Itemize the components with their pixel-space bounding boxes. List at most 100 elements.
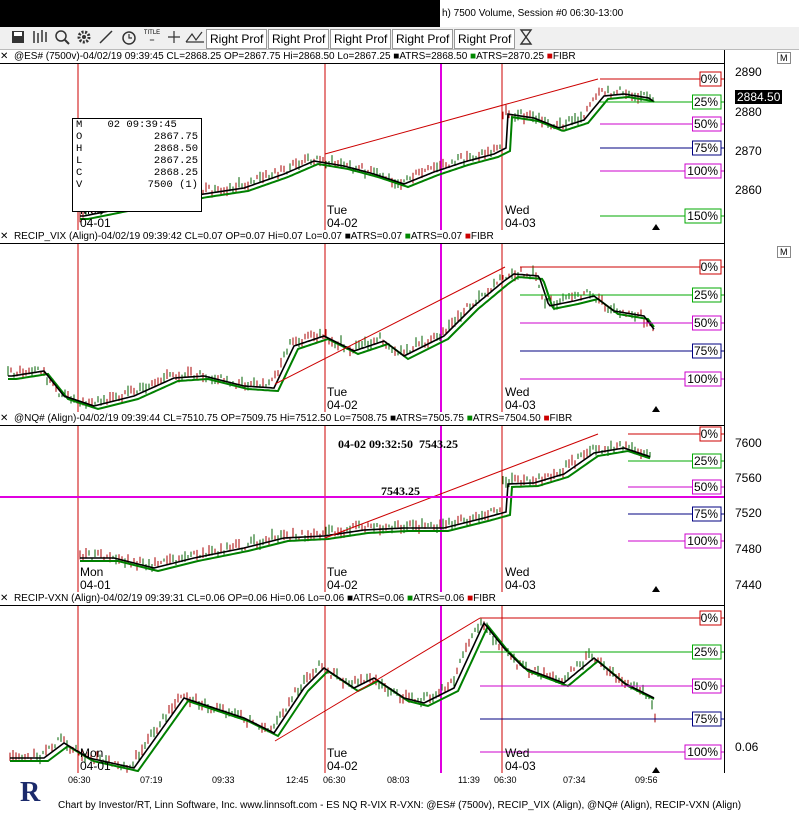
- bars-icon[interactable]: [31, 29, 49, 47]
- time-axis-label: 09:56: [635, 775, 658, 785]
- window-title: h) 7500 Volume, Session #0 06:30-13:00: [440, 0, 799, 27]
- zoom-icon[interactable]: [54, 29, 70, 47]
- data-window-row: V 7500 (1): [73, 179, 201, 191]
- alarm-clock-icon[interactable]: [120, 29, 138, 47]
- time-axis-label: 11:39: [458, 775, 480, 785]
- fib-trendline: [274, 266, 506, 385]
- time-axis-label: 06:30: [323, 775, 346, 785]
- es-price-scale[interactable]: 2890 2880 2870 2860 2884.50 M: [724, 50, 799, 230]
- fib-level-label: 50%: [694, 117, 718, 131]
- fib-trendline: [324, 78, 599, 155]
- day-label: Mon: [80, 565, 103, 579]
- vxn-atrs1: ATRS=0.06: [353, 593, 405, 604]
- fib-level-label: 25%: [694, 454, 718, 468]
- title-icon[interactable]: TITLE ═: [142, 29, 162, 47]
- fib-level-label: 75%: [694, 344, 718, 358]
- fib-level-label: 75%: [694, 141, 718, 155]
- draw-line-icon[interactable]: [98, 29, 114, 47]
- nq-fibr: FIBR: [549, 413, 573, 424]
- data-window: M 02 09:39:45 O 2867.75 H 2868.50 L 2867.25 C 2…: [72, 118, 202, 212]
- pane-vix: ✕ RECIP_VIX (Align)-04/02/19 09:39:42 CL…: [0, 230, 799, 412]
- pane-es: ✕ @ES# (7500v)-04/02/19 09:39:45 CL=2868…: [0, 50, 799, 230]
- time-axis-label: 06:30: [68, 775, 91, 785]
- fib-level-label: 100%: [687, 372, 718, 386]
- time-axis[interactable]: 06:30 07:19 09:33 12:45 06:30 08:03 11:39 06:30…: [0, 773, 730, 787]
- es-ytick-2: 2880: [735, 105, 762, 119]
- es-last-price-badge: 2884.50: [735, 90, 783, 104]
- vix-price-scale[interactable]: M: [724, 230, 799, 412]
- es-atrs1: ATRS=2868.50: [399, 51, 468, 62]
- vxn-atrs2: ATRS=0.06: [413, 593, 465, 604]
- crosshair-icon[interactable]: [166, 29, 182, 47]
- pane-button-m[interactable]: M: [777, 52, 791, 64]
- vxn-price-scale[interactable]: 0.06: [724, 592, 799, 773]
- right-prof-button-4[interactable]: Right Prof: [392, 29, 454, 49]
- data-window-value: 2867.75: [153, 131, 198, 143]
- hourglass-icon[interactable]: [518, 29, 534, 47]
- right-prof-button-3[interactable]: Right Prof: [330, 29, 392, 49]
- vxn-header-text: RECIP-VXN (Align)-04/02/19 09:39:31 CL=0…: [13, 593, 345, 604]
- day-label: Wed: [505, 385, 529, 399]
- time-axis-label: 09:33: [212, 775, 235, 785]
- time-axis-label: 12:45: [286, 775, 309, 785]
- pane-es-header: ✕ @ES# (7500v)-04/02/19 09:39:45 CL=2868…: [0, 50, 730, 64]
- day-label: Tue: [327, 565, 348, 579]
- nq-ytick-5: 7440: [735, 578, 762, 592]
- fib-level-label: 100%: [687, 164, 718, 178]
- data-window-value: 2868.50: [153, 143, 198, 155]
- fib-level-label: 25%: [694, 645, 718, 659]
- es-ytick-3: 2870: [735, 144, 762, 158]
- measure-icon[interactable]: [184, 29, 206, 47]
- data-window-row: H 2868.50: [73, 143, 201, 155]
- fib-level-label: 50%: [694, 480, 718, 494]
- date-label: 04-02: [327, 578, 358, 592]
- fib-level-label: 25%: [694, 95, 718, 109]
- vix-header-text: RECIP_VIX (Align)-04/02/19 09:39:42 CL=0…: [13, 231, 342, 242]
- date-label: 04-02: [327, 398, 358, 412]
- vxn-chart-canvas[interactable]: 0% 25% 50% 75% 100% Mon04-01 Tue04-02 Wed04-03: [0, 606, 730, 773]
- chart-toolbar: TITLE ═ Right Prof Right Prof Right Prof …: [0, 27, 799, 50]
- day-label: Mon: [80, 746, 103, 760]
- chart-footer: Chart by Investor/RT, Linn Software, Inc…: [58, 800, 742, 811]
- save-icon[interactable]: [10, 29, 26, 47]
- vix-atrs1: ATRS=0.07: [350, 231, 403, 242]
- time-axis-label: 07:34: [563, 775, 586, 785]
- nq-atrs1: ATRS=7505.75: [396, 413, 464, 424]
- pane-vxn: ✕ RECIP-VXN (Align)-04/02/19 09:39:31 CL…: [0, 592, 799, 773]
- data-window-key: H: [76, 143, 83, 155]
- pane-vxn-header: ✕ RECIP-VXN (Align)-04/02/19 09:39:31 CL…: [0, 592, 730, 606]
- fib-level-label: 75%: [694, 712, 718, 726]
- data-window-row: O 2867.75: [73, 131, 201, 143]
- vix-atrs2: ATRS=0.07: [410, 231, 463, 242]
- data-window-value: 7500 (1): [147, 179, 198, 191]
- pane-vix-header: ✕ RECIP_VIX (Align)-04/02/19 09:39:42 CL…: [0, 230, 730, 244]
- close-pane-icon[interactable]: ✕: [0, 51, 8, 62]
- gear-icon[interactable]: [76, 29, 92, 47]
- close-pane-icon[interactable]: ✕: [0, 413, 8, 424]
- day-label: Wed: [505, 203, 529, 217]
- time-axis-label: 07:19: [140, 775, 163, 785]
- fib-level-label: 75%: [694, 507, 718, 521]
- pane-button-m[interactable]: M: [777, 246, 791, 258]
- right-prof-button-2[interactable]: Right Prof: [268, 29, 330, 49]
- fib-trendline: [274, 617, 481, 742]
- right-prof-button-5[interactable]: Right Prof: [454, 29, 516, 49]
- data-window-value: 2868.25: [153, 167, 198, 179]
- vix-chart-canvas[interactable]: 0% 25% 50% 75% 100% Tue04-02 Wed04-03: [0, 244, 730, 412]
- linn-logo: R: [18, 775, 48, 809]
- date-label: 04-03: [505, 578, 536, 592]
- close-pane-icon[interactable]: ✕: [0, 231, 8, 242]
- right-prof-button-1[interactable]: Right Prof: [206, 29, 268, 49]
- svg-text:R: R: [20, 777, 41, 808]
- day-label: Tue: [327, 203, 348, 217]
- es-ytick-4: 2860: [735, 183, 762, 197]
- pane-nq-header: ✕ @NQ# (Align)-04/02/19 09:39:44 CL=7510…: [0, 412, 730, 426]
- nq-ytick-1: 7600: [735, 436, 762, 450]
- fib-level-label: 0%: [701, 72, 719, 86]
- fib-level-label: 150%: [687, 209, 718, 223]
- data-window-row: L 2867.25: [73, 155, 201, 167]
- nq-price-scale[interactable]: 7600 7560 7520 7480 7440: [724, 412, 799, 592]
- nq-ytick-3: 7520: [735, 506, 762, 520]
- close-pane-icon[interactable]: ✕: [0, 593, 8, 604]
- data-window-value: 2867.25: [153, 155, 198, 167]
